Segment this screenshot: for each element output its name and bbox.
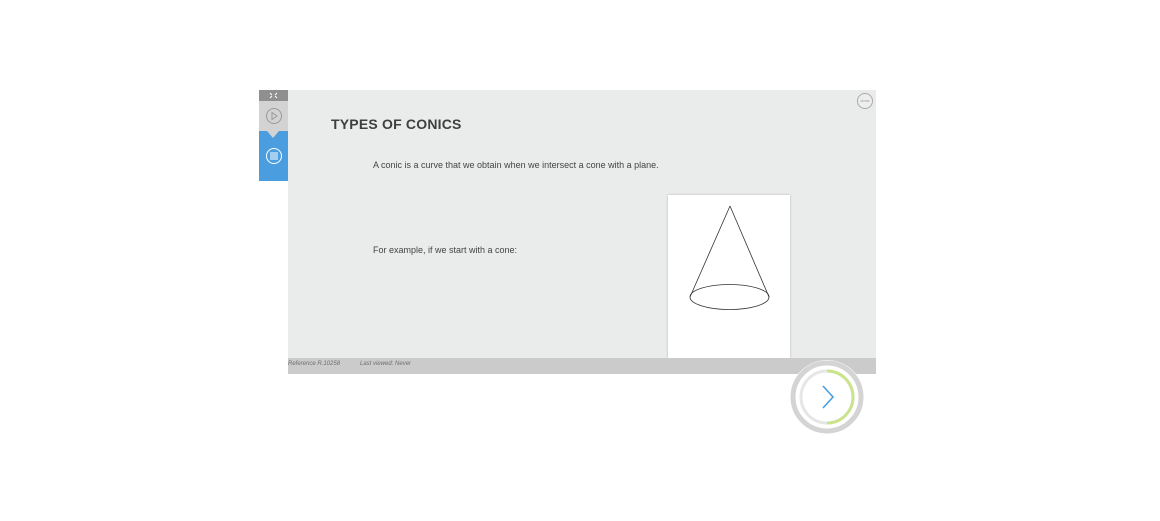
intro-text: A conic is a curve that we obtain when w…	[373, 160, 659, 170]
last-viewed-label: Last viewed: Never	[360, 361, 412, 367]
expand-icon	[269, 92, 278, 99]
theory-book-icon	[265, 148, 282, 164]
cone-drawing	[689, 205, 770, 310]
tab-notch	[267, 131, 279, 138]
footer-bar: Reference R.10258 Last viewed: Never	[288, 358, 876, 374]
reference-label: Reference R.10258	[288, 361, 341, 367]
page-title: TYPES OF CONICS	[331, 116, 462, 132]
tab-theory[interactable]	[259, 131, 288, 181]
cone-figure	[668, 195, 790, 358]
next-button-graphic	[790, 360, 864, 434]
close-button[interactable]: close	[857, 93, 873, 109]
example-text: For example, if we start with a cone:	[373, 245, 518, 255]
expand-button[interactable]	[259, 90, 288, 101]
next-button[interactable]	[790, 360, 864, 434]
play-circle-icon	[265, 108, 282, 124]
tab-play[interactable]	[259, 101, 288, 131]
